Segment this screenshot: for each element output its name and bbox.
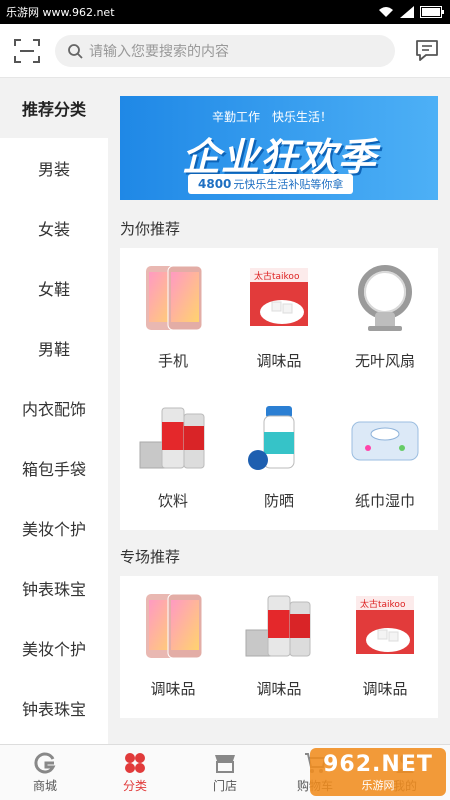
- product-cell[interactable]: 太古taikoo 调味品: [332, 576, 438, 716]
- sidebar-item-mens-shoes[interactable]: 男鞋: [0, 318, 108, 378]
- search-icon: [68, 44, 83, 59]
- banner-amount: 4800: [198, 177, 232, 191]
- tab-label: 门店: [212, 779, 237, 793]
- product-cell[interactable]: 饮料: [120, 388, 226, 528]
- search-placeholder: 请输入您要搜索的内容: [89, 44, 229, 60]
- search-input[interactable]: 请输入您要搜索的内容: [55, 35, 395, 67]
- tab-label: 商城: [32, 779, 57, 793]
- phone-icon: [146, 265, 203, 331]
- svg-text:太古taikoo: 太古taikoo: [254, 270, 300, 282]
- watermark-brand: 962.NET: [323, 751, 433, 777]
- product-label: 饮料: [157, 492, 188, 510]
- sidebar-item-recommended[interactable]: 推荐分类: [0, 78, 108, 138]
- recommend-panel: 手机 太古taikoo 调味品 无叶风扇 饮料 防晒 纸巾湿巾: [120, 248, 438, 530]
- tab-store[interactable]: 门店: [180, 745, 270, 800]
- product-label: 防晒: [263, 492, 294, 510]
- product-label: 无叶风扇: [354, 352, 415, 370]
- product-label: 手机: [157, 352, 188, 370]
- sidebar-item-beauty[interactable]: 美妆个护: [0, 498, 108, 558]
- banner-headline: 企业狂欢季: [182, 135, 378, 179]
- cola-can-icon: [139, 407, 205, 469]
- cola-can-icon: [245, 595, 311, 657]
- top-header: 请输入您要搜索的内容: [0, 24, 450, 78]
- sidebar-item-beauty-2[interactable]: 美妆个护: [0, 618, 108, 678]
- special-panel: 调味品 调味品 太古taikoo 调味品: [120, 576, 438, 718]
- product-label: 纸巾湿巾: [354, 492, 415, 510]
- sidebar-item-underwear[interactable]: 内衣配饰: [0, 378, 108, 438]
- banner-slogan: 辛勤工作 快乐生活！: [212, 110, 333, 124]
- sidebar-item-watches-2[interactable]: 钟表珠宝: [0, 678, 108, 738]
- sidebar-item-menswear[interactable]: 男装: [0, 138, 108, 198]
- product-label: 调味品: [256, 680, 302, 698]
- promo-banner[interactable]: 辛勤工作 快乐生活！ 企业狂欢季 4800 元快乐生活补贴等你拿: [120, 96, 438, 200]
- banner-subsidy-text: 元快乐生活补贴等你拿: [233, 178, 344, 191]
- signal-icon: [400, 6, 414, 18]
- product-cell[interactable]: 太古taikoo 调味品: [226, 248, 332, 388]
- fan-icon: [358, 265, 412, 331]
- tab-mall[interactable]: 商城: [0, 745, 90, 800]
- section-title-recommend: 为你推荐: [120, 220, 181, 238]
- product-label: 调味品: [256, 352, 302, 370]
- tab-label: 分类: [122, 779, 147, 793]
- section-title-special: 专场推荐: [120, 548, 181, 566]
- product-cell[interactable]: 手机: [120, 248, 226, 388]
- status-site-text: 乐游网 www.962.net: [6, 6, 115, 19]
- sugar-box-icon: 太古taikoo: [250, 268, 308, 326]
- product-cell[interactable]: 调味品: [226, 576, 332, 716]
- category-content: 辛勤工作 快乐生活！ 企业狂欢季 4800 元快乐生活补贴等你拿 为你推荐 手机: [108, 78, 450, 744]
- product-cell[interactable]: 调味品: [120, 576, 226, 716]
- site-watermark: 962.NET 乐游网: [310, 748, 446, 796]
- scan-icon[interactable]: [12, 36, 42, 66]
- status-bar: 乐游网 www.962.net: [0, 0, 450, 24]
- sidebar-item-womens-shoes[interactable]: 女鞋: [0, 258, 108, 318]
- sidebar-item-bags[interactable]: 箱包手袋: [0, 438, 108, 498]
- category-sidebar: 推荐分类 男装 女装 女鞋 男鞋 内衣配饰 箱包手袋 美妆个护 钟表珠宝 美妆个…: [0, 78, 108, 744]
- product-cell[interactable]: 防晒: [226, 388, 332, 528]
- product-label: 调味品: [362, 680, 408, 698]
- banner-subsidy: 4800 元快乐生活补贴等你拿: [188, 174, 354, 194]
- product-cell[interactable]: 纸巾湿巾: [332, 388, 438, 528]
- category-icon: [125, 753, 145, 773]
- message-icon[interactable]: [414, 37, 440, 63]
- sidebar-item-womenswear[interactable]: 女装: [0, 198, 108, 258]
- wipes-icon: [351, 421, 419, 461]
- tab-category[interactable]: 分类: [90, 745, 180, 800]
- sidebar-item-watches[interactable]: 钟表珠宝: [0, 558, 108, 618]
- product-label: 调味品: [150, 680, 196, 698]
- mall-icon: [34, 752, 56, 774]
- watermark-text: 乐游网: [361, 778, 395, 792]
- phone-icon: [146, 593, 203, 659]
- sunscreen-icon: [248, 406, 295, 470]
- wifi-icon: [379, 7, 393, 17]
- store-icon: [215, 755, 235, 773]
- product-cell[interactable]: 无叶风扇: [332, 248, 438, 388]
- sugar-box-icon: 太古taikoo: [356, 596, 414, 654]
- battery-icon: [420, 6, 444, 18]
- svg-text:太古taikoo: 太古taikoo: [360, 598, 406, 610]
